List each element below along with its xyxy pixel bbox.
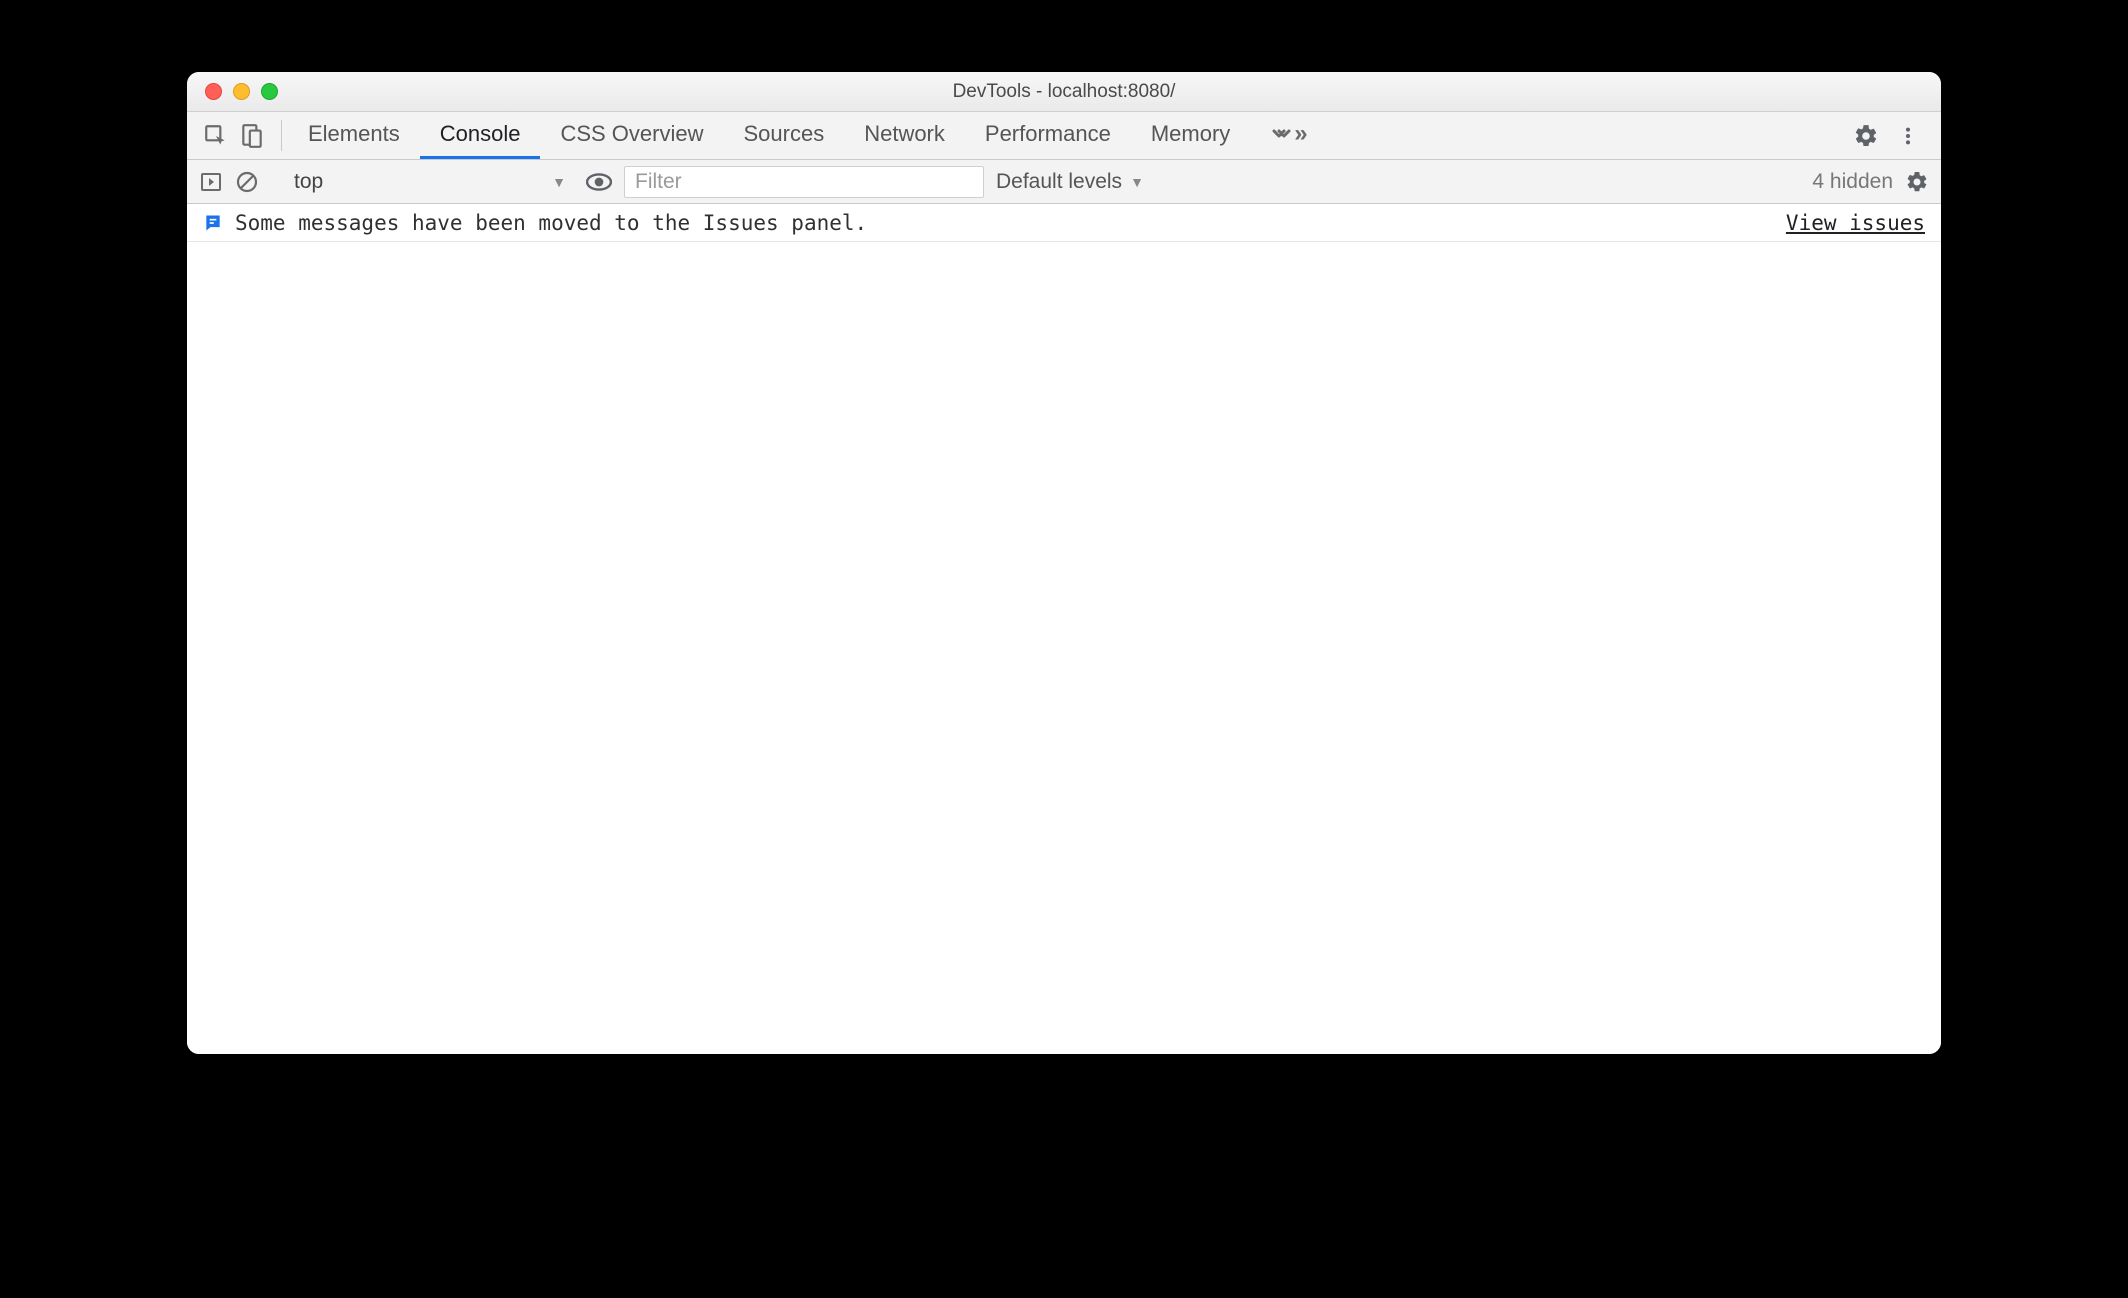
chevron-down-icon: ▼	[552, 174, 566, 190]
window-title: DevTools - localhost:8080/	[187, 81, 1941, 103]
view-issues-link[interactable]: View issues	[1786, 211, 1925, 235]
tab-memory[interactable]: Memory	[1131, 112, 1250, 159]
window-controls	[187, 83, 278, 100]
tab-performance[interactable]: Performance	[965, 112, 1131, 159]
log-levels-select[interactable]: Default levels ▼	[996, 170, 1144, 194]
console-settings-icon[interactable]	[1905, 170, 1929, 194]
chevron-down-icon: ▼	[1130, 174, 1144, 190]
log-levels-label: Default levels	[996, 170, 1122, 194]
more-options-icon[interactable]	[1897, 123, 1919, 149]
tab-network[interactable]: Network	[844, 112, 965, 159]
console-toolbar: top ▼ Default levels ▼ 4 hidden	[187, 160, 1941, 204]
hidden-messages-count[interactable]: 4 hidden	[1812, 170, 1893, 194]
clear-console-icon[interactable]	[235, 170, 259, 194]
tabstrip-right	[1834, 112, 1935, 159]
tab-css-overview[interactable]: CSS Overview	[540, 112, 723, 159]
main-tabstrip: Elements Console CSS Overview Sources Ne…	[187, 112, 1941, 160]
execution-context-label: top	[294, 170, 323, 194]
device-toolbar-icon[interactable]	[239, 123, 265, 149]
execution-context-select[interactable]: top ▼	[284, 166, 574, 198]
tab-elements[interactable]: Elements	[288, 112, 420, 159]
panel-tabs: Elements Console CSS Overview Sources Ne…	[288, 112, 1328, 159]
more-tabs-button[interactable]: »	[1250, 112, 1327, 159]
divider	[281, 120, 282, 151]
console-output-area[interactable]	[187, 242, 1941, 1054]
issue-icon	[203, 213, 223, 233]
settings-icon[interactable]	[1853, 123, 1879, 149]
toggle-sidebar-icon[interactable]	[199, 170, 223, 194]
close-window-button[interactable]	[205, 83, 222, 100]
devtools-window: DevTools - localhost:8080/ Elements Cons…	[187, 72, 1941, 1054]
tab-console[interactable]: Console	[420, 112, 541, 159]
issues-info-text: Some messages have been moved to the Iss…	[235, 211, 867, 235]
inspect-element-icon[interactable]	[203, 123, 229, 149]
minimize-window-button[interactable]	[233, 83, 250, 100]
live-expression-icon[interactable]	[586, 169, 612, 195]
zoom-window-button[interactable]	[261, 83, 278, 100]
tab-sources[interactable]: Sources	[723, 112, 844, 159]
titlebar: DevTools - localhost:8080/	[187, 72, 1941, 112]
tabstrip-left	[193, 112, 275, 159]
issues-info-row: Some messages have been moved to the Iss…	[187, 204, 1941, 242]
console-filter-input[interactable]	[624, 166, 984, 198]
